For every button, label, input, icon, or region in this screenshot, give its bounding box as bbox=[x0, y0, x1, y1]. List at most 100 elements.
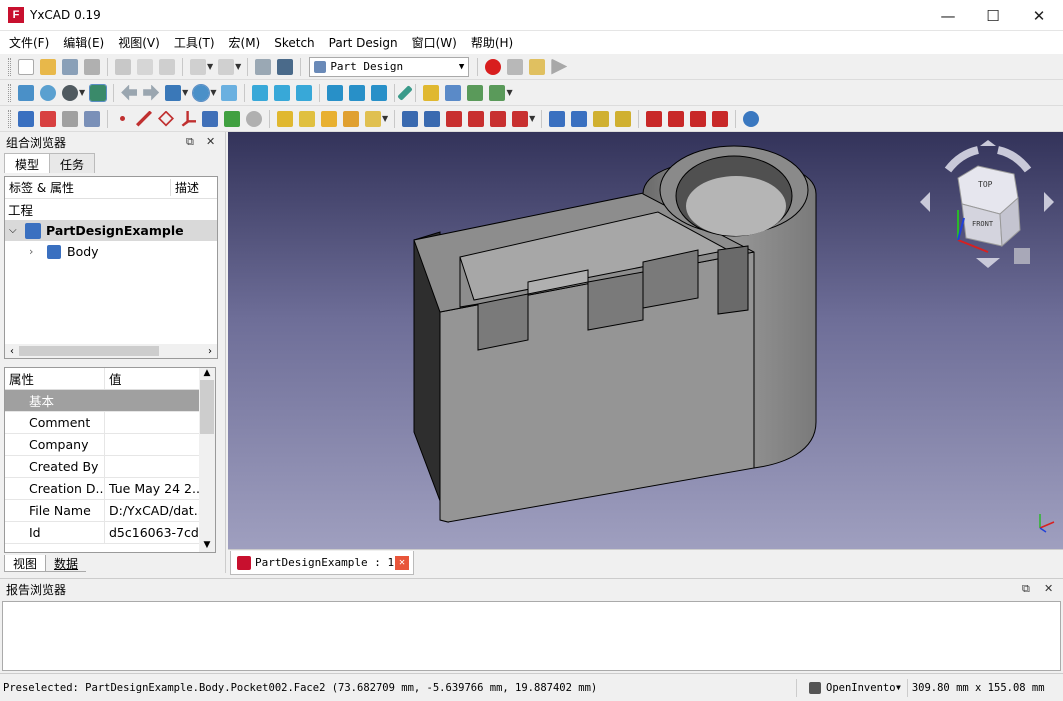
menu-help[interactable]: 帮助(H) bbox=[464, 32, 520, 54]
menu-tools[interactable]: 工具(T) bbox=[167, 32, 222, 54]
shape-binder-icon[interactable] bbox=[84, 110, 100, 127]
property-vertical-scrollbar[interactable]: ▲ ▼ bbox=[199, 368, 215, 552]
draw-style-icon[interactable] bbox=[62, 84, 78, 101]
property-group[interactable]: 基本 bbox=[5, 390, 199, 412]
scroll-left-icon[interactable]: ‹ bbox=[5, 346, 19, 357]
navigation-cube[interactable]: TOP FRONT bbox=[918, 140, 1058, 276]
forward-icon[interactable] bbox=[143, 84, 160, 101]
property-row[interactable]: Comment bbox=[5, 412, 199, 434]
tree-header-description[interactable]: 描述 bbox=[171, 179, 199, 196]
print-icon[interactable] bbox=[84, 58, 100, 75]
create-group-icon[interactable] bbox=[445, 84, 462, 101]
rotate-left-arc-icon[interactable] bbox=[944, 146, 980, 173]
view-isometric-icon[interactable] bbox=[221, 84, 238, 101]
scroll-up-icon[interactable]: ▲ bbox=[199, 368, 215, 378]
macro-record-icon[interactable] bbox=[485, 58, 502, 75]
property-header-name[interactable]: 属性 bbox=[5, 368, 105, 389]
close-button[interactable]: ✕ bbox=[1016, 0, 1062, 31]
redo-icon[interactable] bbox=[218, 58, 235, 75]
cube-front-label[interactable]: FRONT bbox=[972, 220, 993, 228]
toolbar-grip[interactable] bbox=[8, 57, 11, 76]
create-part-icon[interactable] bbox=[423, 84, 440, 101]
navigation-style-icon[interactable] bbox=[809, 681, 821, 694]
tree-item-document[interactable]: ⌵ PartDesignExample bbox=[5, 220, 217, 241]
menu-file[interactable]: 文件(F) bbox=[2, 32, 56, 54]
pan-down-icon[interactable] bbox=[976, 258, 1000, 268]
datum-plane-icon[interactable] bbox=[158, 110, 174, 127]
link-actions-icon[interactable] bbox=[489, 84, 506, 101]
close-panel-icon[interactable]: ✕ bbox=[206, 135, 215, 148]
property-row[interactable]: Creation D... Tue May 24 2... bbox=[5, 478, 199, 500]
navigation-style[interactable]: OpenInvento bbox=[826, 682, 896, 694]
tab-data[interactable]: 数据 bbox=[46, 555, 87, 572]
tree-item-body[interactable]: › Body bbox=[5, 241, 217, 262]
mirrored-icon[interactable] bbox=[549, 110, 566, 127]
scroll-right-icon[interactable]: › bbox=[203, 346, 217, 357]
maximize-button[interactable]: ☐ bbox=[970, 0, 1016, 31]
additive-loft-icon[interactable] bbox=[321, 110, 337, 127]
new-file-icon[interactable] bbox=[18, 58, 34, 75]
scrollbar-thumb[interactable] bbox=[200, 380, 214, 434]
menu-edit[interactable]: 编辑(E) bbox=[56, 32, 111, 54]
undo-icon[interactable] bbox=[190, 58, 206, 75]
thickness-icon[interactable] bbox=[712, 110, 729, 127]
pan-right-icon[interactable] bbox=[1044, 192, 1054, 212]
linear-pattern-icon[interactable] bbox=[571, 110, 588, 127]
view-left-icon[interactable] bbox=[371, 84, 388, 101]
boolean-icon[interactable] bbox=[743, 110, 760, 127]
menu-sketch[interactable]: Sketch bbox=[267, 32, 321, 54]
report-output[interactable] bbox=[2, 601, 1061, 671]
paste-icon[interactable] bbox=[159, 58, 175, 75]
refresh-icon[interactable] bbox=[255, 58, 272, 75]
std-views-icon[interactable] bbox=[165, 84, 182, 101]
property-row[interactable]: Company bbox=[5, 434, 199, 456]
view-bottom-icon[interactable] bbox=[349, 84, 366, 101]
draft-icon[interactable] bbox=[690, 110, 707, 127]
back-icon[interactable] bbox=[121, 84, 138, 101]
multi-transform-icon[interactable] bbox=[615, 110, 632, 127]
hole-icon[interactable] bbox=[424, 110, 441, 127]
pan-left-icon[interactable] bbox=[920, 192, 930, 212]
validate-sketch-icon[interactable] bbox=[62, 110, 78, 127]
workbench-selector[interactable]: Part Design ▼ bbox=[309, 56, 470, 77]
pad-icon[interactable] bbox=[277, 110, 293, 127]
revolution-icon[interactable] bbox=[299, 110, 315, 127]
view-right-icon[interactable] bbox=[296, 84, 313, 101]
clone-icon[interactable] bbox=[202, 110, 218, 127]
subtractive-primitive-icon[interactable] bbox=[512, 110, 529, 127]
scroll-down-icon[interactable]: ▼ bbox=[199, 540, 215, 550]
tab-view[interactable]: 视图 bbox=[4, 555, 47, 572]
polar-pattern-icon[interactable] bbox=[593, 110, 610, 127]
zoom-icon[interactable] bbox=[192, 83, 211, 102]
open-file-icon[interactable] bbox=[40, 58, 56, 75]
view-menu-icon[interactable] bbox=[1014, 248, 1030, 264]
toolbar-grip[interactable] bbox=[8, 109, 11, 128]
property-row[interactable]: Idd5c16063-7cd... bbox=[5, 522, 199, 544]
tab-model[interactable]: 模型 bbox=[4, 153, 51, 173]
view-top-icon[interactable] bbox=[274, 84, 291, 101]
tree-horizontal-scrollbar[interactable]: ‹ › bbox=[5, 344, 217, 358]
fillet-icon[interactable] bbox=[646, 110, 663, 127]
menu-window[interactable]: 窗口(W) bbox=[405, 32, 464, 54]
menu-part-design[interactable]: Part Design bbox=[322, 32, 405, 54]
close-panel-icon[interactable]: ✕ bbox=[1044, 582, 1053, 595]
toolbar-grip[interactable] bbox=[8, 83, 11, 102]
rotate-up-icon[interactable] bbox=[980, 140, 996, 146]
subtractive-pipe-icon[interactable] bbox=[490, 110, 507, 127]
make-link-icon[interactable] bbox=[467, 84, 484, 101]
create-sketch-icon[interactable] bbox=[40, 110, 56, 127]
collapse-arrow-icon[interactable]: › bbox=[29, 245, 47, 258]
groove-icon[interactable] bbox=[446, 110, 463, 127]
property-row[interactable]: File Name D:/YxCAD/dat... bbox=[5, 500, 199, 522]
3d-viewport[interactable]: TOP FRONT bbox=[228, 132, 1063, 549]
float-panel-icon[interactable]: ⧉ bbox=[1022, 582, 1030, 596]
close-tab-icon[interactable]: ✕ bbox=[395, 555, 409, 570]
property-row[interactable]: Created By bbox=[5, 456, 199, 478]
fit-selection-icon[interactable] bbox=[40, 84, 56, 101]
float-panel-icon[interactable]: ⧉ bbox=[186, 135, 194, 149]
whats-this-icon[interactable] bbox=[277, 58, 294, 75]
sprocket-icon[interactable] bbox=[246, 110, 262, 127]
additive-primitive-icon[interactable] bbox=[365, 110, 381, 127]
scrollbar-thumb[interactable] bbox=[19, 346, 159, 356]
measure-distance-icon[interactable] bbox=[397, 84, 414, 101]
